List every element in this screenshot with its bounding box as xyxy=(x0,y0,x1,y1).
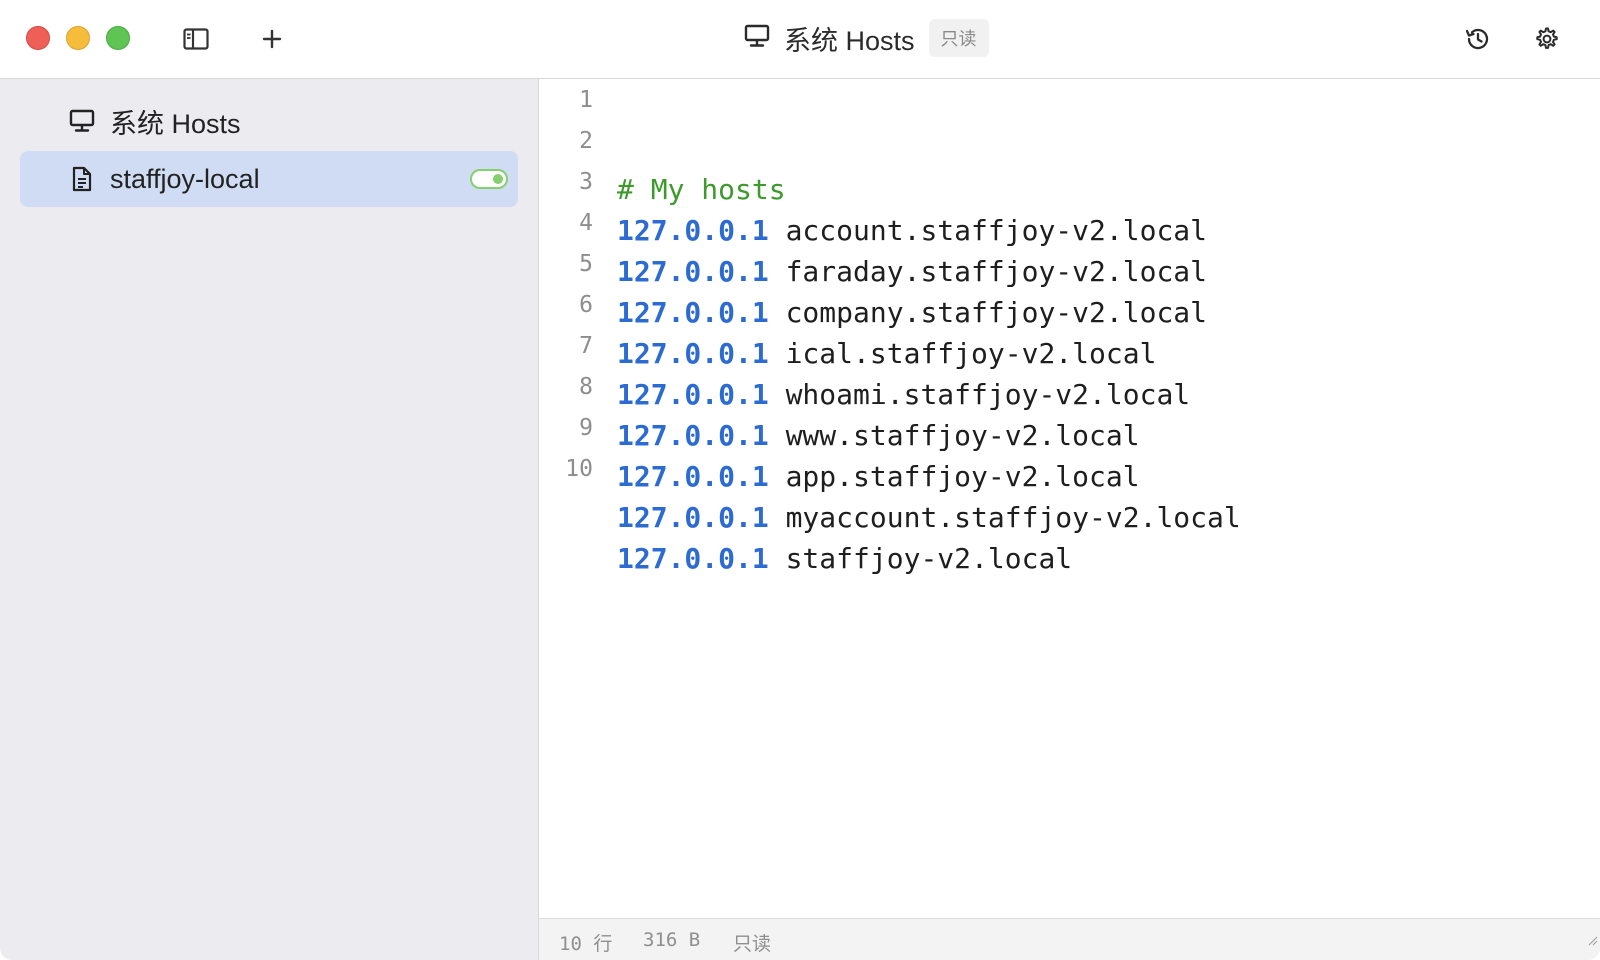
sidebar-item-label: staffjoy-local xyxy=(110,163,260,194)
code-line: 4 127.0.0.1 company.staffjoy-v2.local xyxy=(539,208,1600,329)
line-number: 1 xyxy=(579,87,593,113)
monitor-icon xyxy=(68,109,96,133)
code-line: 9 127.0.0.1 myaccount.staffjoy-v2.local xyxy=(539,413,1600,534)
line-number: 8 xyxy=(579,374,593,400)
hostname: staffjoy-v2.local xyxy=(785,542,1073,575)
hostname: myaccount.staffjoy-v2.local xyxy=(785,501,1241,534)
hosts-editor[interactable]: 1 # My hosts 2 127.0.0.1 account.staffjo… xyxy=(539,79,1600,918)
history-icon xyxy=(1464,26,1490,52)
code-line: 2 127.0.0.1 account.staffjoy-v2.local xyxy=(539,126,1600,247)
file-size: 316 B xyxy=(643,929,701,951)
history-button[interactable] xyxy=(1460,22,1494,56)
code-line: 7 127.0.0.1 www.staffjoy-v2.local xyxy=(539,331,1600,452)
document-icon xyxy=(68,166,96,192)
readonly-badge: 只读 xyxy=(928,19,989,57)
line-number: 10 xyxy=(565,456,593,482)
add-hosts-button[interactable] xyxy=(255,22,289,56)
enable-toggle[interactable] xyxy=(470,169,508,189)
settings-button[interactable] xyxy=(1529,22,1563,56)
line-number: 7 xyxy=(579,333,593,359)
app-window: 系统 Hosts 只读 系统 Hosts staffjoy-local 1 # … xyxy=(0,0,1600,960)
ip-address: 127.0.0.1 xyxy=(617,542,769,575)
code-line: 6 127.0.0.1 whoami.staffjoy-v2.local xyxy=(539,290,1600,411)
sidebar-item-staffjoy-local[interactable]: staffjoy-local xyxy=(20,151,518,207)
resize-grip-icon[interactable] xyxy=(1586,929,1598,959)
line-number: 5 xyxy=(579,251,593,277)
minimize-window-button[interactable] xyxy=(66,26,90,50)
line-count: 10 行 xyxy=(559,933,613,955)
close-window-button[interactable] xyxy=(26,26,50,50)
line-number: 4 xyxy=(579,210,593,236)
code-line: 3 127.0.0.1 faraday.staffjoy-v2.local xyxy=(539,167,1600,288)
code-line: 5 127.0.0.1 ical.staffjoy-v2.local xyxy=(539,249,1600,370)
toggle-knob xyxy=(493,174,503,184)
line-number: 6 xyxy=(579,292,593,318)
sidebar-item-label: 系统 Hosts xyxy=(110,108,241,139)
code-line: 1 # My hosts xyxy=(539,85,1600,206)
page-title: 系统 Hosts xyxy=(784,25,915,56)
toggle-sidebar-button[interactable] xyxy=(179,22,213,56)
maximize-window-button[interactable] xyxy=(106,26,130,50)
line-number: 9 xyxy=(579,415,593,441)
readonly-status: 只读 xyxy=(733,933,772,955)
monitor-icon xyxy=(744,24,770,53)
line-number: 2 xyxy=(579,128,593,154)
plus-icon xyxy=(261,28,283,50)
title-bar: 系统 Hosts 只读 xyxy=(0,0,1600,79)
gear-icon xyxy=(1533,26,1559,52)
sidebar: 系统 Hosts staffjoy-local xyxy=(0,79,539,960)
line-number: 3 xyxy=(579,169,593,195)
status-bar: 10 行 316 B 只读 xyxy=(539,918,1600,960)
window-title: 系统 Hosts 只读 xyxy=(744,18,989,58)
sidebar-toggle-icon xyxy=(183,28,209,50)
code-line: 8 127.0.0.1 app.staffjoy-v2.local xyxy=(539,372,1600,493)
sidebar-item-system-hosts[interactable]: 系统 Hosts xyxy=(20,93,518,149)
code-line: 10 127.0.0.1 staffjoy-v2.local xyxy=(539,454,1600,575)
